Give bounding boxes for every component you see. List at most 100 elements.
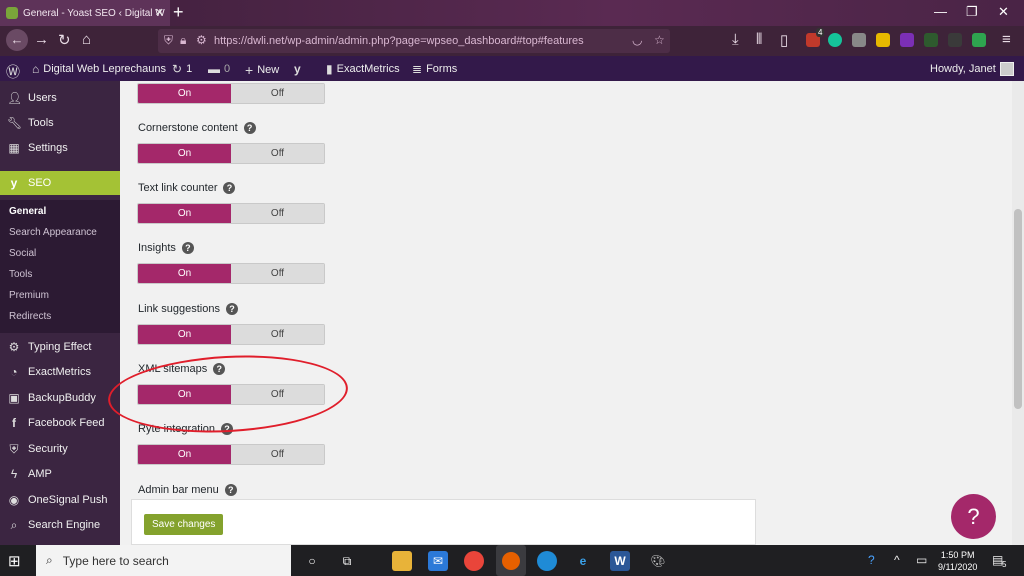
- toggle-cornerstone[interactable]: On Off: [137, 143, 325, 164]
- forms-link[interactable]: ≣ Forms: [412, 62, 457, 76]
- sidebar-item-users[interactable]: 👤︎ Users: [0, 87, 120, 109]
- submenu-social[interactable]: Social: [9, 248, 36, 259]
- save-changes-button[interactable]: Save changes: [144, 514, 224, 535]
- download-icon[interactable]: ⤓: [732, 31, 739, 48]
- tab-close-icon[interactable]: ✕: [155, 6, 164, 19]
- help-beacon-button[interactable]: ?: [951, 494, 996, 539]
- help-icon[interactable]: ?: [223, 182, 236, 194]
- word-icon[interactable]: W: [610, 551, 630, 571]
- paint-icon[interactable]: 🎨︎: [648, 551, 668, 571]
- sidebar-item-seo[interactable]: y SEO: [0, 171, 120, 195]
- sidebar-item-backupbuddy[interactable]: ▣ BackupBuddy: [0, 387, 120, 409]
- toggle-on[interactable]: On: [138, 325, 231, 344]
- restore-icon[interactable]: ❐: [966, 4, 978, 20]
- taskbar-search-input[interactable]: ⌕ Type here to search: [36, 545, 291, 576]
- howdy-user-link[interactable]: Howdy, Janet: [930, 62, 1014, 76]
- permissions-icon[interactable]: ⚙: [196, 33, 207, 47]
- site-name-link[interactable]: ⌂ Digital Web Leprechauns: [32, 62, 166, 76]
- network-icon[interactable]: ▭: [916, 553, 927, 567]
- sidebar-item-facebook-feed[interactable]: f Facebook Feed: [0, 412, 120, 434]
- internet-explorer-icon[interactable]: e: [573, 551, 593, 571]
- pocket-icon[interactable]: ◡: [632, 33, 642, 47]
- page-scrollbar[interactable]: [1012, 81, 1024, 545]
- file-explorer-icon[interactable]: [392, 551, 412, 571]
- toggle-insights[interactable]: On Off: [137, 263, 325, 284]
- exactmetrics-link[interactable]: ▮ ExactMetrics: [326, 62, 400, 76]
- help-tray-icon[interactable]: ?: [868, 553, 875, 567]
- save-bar: Save changes: [131, 499, 756, 545]
- submenu-tools[interactable]: Tools: [9, 269, 32, 280]
- sidebar-item-tools[interactable]: 🔧︎ Tools: [0, 112, 120, 134]
- new-tab-button[interactable]: +: [173, 2, 184, 23]
- bookmark-star-icon[interactable]: ☆: [654, 33, 665, 47]
- menu-hamburger-icon[interactable]: ≡: [1002, 31, 1011, 48]
- sidebar-item-security[interactable]: ⛨ Security: [0, 438, 120, 460]
- taskbar-clock[interactable]: 1:50 PM 9/11/2020: [938, 549, 977, 573]
- extension-check-icon[interactable]: [972, 33, 986, 47]
- sidebar-item-settings[interactable]: ▦ Settings: [0, 137, 120, 159]
- updates-link[interactable]: ↻ 1: [172, 62, 192, 76]
- admin-sidebar: 👤︎ Users 🔧︎ Tools ▦ Settings y SEO General S…: [0, 81, 120, 545]
- window-close-icon[interactable]: ✕: [998, 4, 1009, 20]
- mail-icon[interactable]: ✉: [428, 551, 448, 571]
- extension-dark-icon[interactable]: [924, 33, 938, 47]
- toggle-on[interactable]: On: [138, 144, 231, 163]
- lock-icon[interactable]: 🔒︎: [180, 33, 186, 48]
- sidebar-toggle-icon[interactable]: ▯: [780, 31, 788, 49]
- sidebar-item-search-engine[interactable]: ⌕ Search Engine: [0, 514, 120, 536]
- wordpress-logo-icon[interactable]: Ⓦ: [6, 62, 20, 82]
- address-bar[interactable]: ⛨ 🔒︎ ⚙ https://dwli.net/wp-admin/admin.p…: [158, 29, 670, 53]
- toggle-on[interactable]: On: [138, 264, 231, 283]
- library-icon[interactable]: ⫴: [756, 31, 762, 48]
- sidebar-item-typing-effect[interactable]: ⚙ Typing Effect: [0, 336, 120, 358]
- toggle-off[interactable]: Off: [231, 144, 324, 163]
- edge-icon[interactable]: [537, 551, 557, 571]
- minimize-icon[interactable]: —: [934, 4, 947, 19]
- grammarly-icon[interactable]: [828, 33, 842, 47]
- help-icon[interactable]: ?: [243, 122, 256, 134]
- forward-arrow-icon[interactable]: →: [34, 31, 49, 48]
- tray-chevron-icon[interactable]: ^: [894, 553, 900, 567]
- toggle-off[interactable]: Off: [231, 325, 324, 344]
- cortana-icon[interactable]: ○: [302, 551, 322, 571]
- toggle-on[interactable]: On: [138, 84, 231, 103]
- sidebar-item-amp[interactable]: ϟ AMP: [0, 463, 120, 485]
- extension-gear-icon[interactable]: [852, 33, 866, 47]
- help-icon[interactable]: ?: [225, 303, 238, 315]
- submenu-redirects[interactable]: Redirects: [9, 311, 51, 322]
- help-icon[interactable]: ?: [181, 242, 194, 254]
- sidebar-item-exactmetrics[interactable]: ◔ ExactMetrics: [0, 361, 120, 383]
- task-view-icon[interactable]: ⧉: [337, 551, 357, 571]
- shield-icon[interactable]: ⛨: [164, 33, 173, 48]
- submenu-general[interactable]: General: [9, 206, 46, 217]
- home-icon[interactable]: ⌂: [82, 31, 91, 48]
- extension-r-icon[interactable]: [900, 33, 914, 47]
- toggle-on[interactable]: On: [138, 204, 231, 223]
- toggle-off[interactable]: Off: [231, 264, 324, 283]
- toggle-text-link-counter[interactable]: On Off: [137, 203, 325, 224]
- sidebar-item-onesignal[interactable]: ◉ OneSignal Push: [0, 489, 120, 511]
- toggle-off[interactable]: Off: [231, 445, 324, 464]
- help-icon[interactable]: ?: [224, 484, 237, 496]
- chrome-icon[interactable]: [464, 551, 484, 571]
- browser-tab[interactable]: General - Yoast SEO ‹ Digital W ✕: [0, 0, 170, 26]
- toggle-on[interactable]: On: [138, 445, 231, 464]
- firefox-icon[interactable]: [496, 545, 526, 576]
- yoast-admin-link[interactable]: y: [294, 62, 301, 76]
- toggle-off[interactable]: Off: [231, 204, 324, 223]
- toggle-feature-top[interactable]: On Off: [137, 83, 325, 104]
- toggle-off[interactable]: Off: [231, 84, 324, 103]
- reload-icon[interactable]: ↻: [58, 31, 71, 49]
- windows-start-icon[interactable]: ⊞: [8, 552, 21, 570]
- toggle-ryte[interactable]: On Off: [137, 444, 325, 465]
- toggle-link-suggestions[interactable]: On Off: [137, 324, 325, 345]
- comments-link[interactable]: ▬ 0: [208, 62, 230, 76]
- submenu-premium[interactable]: Premium: [9, 290, 49, 301]
- extension-grey-icon[interactable]: [948, 33, 962, 47]
- submenu-search-appearance[interactable]: Search Appearance: [9, 227, 97, 238]
- onesignal-icon: ◉: [8, 493, 20, 507]
- back-arrow-icon[interactable]: ←: [6, 29, 28, 51]
- scrollbar-thumb[interactable]: [1014, 209, 1022, 409]
- new-content-link[interactable]: + New: [245, 62, 279, 78]
- extension-coupon-icon[interactable]: [876, 33, 890, 47]
